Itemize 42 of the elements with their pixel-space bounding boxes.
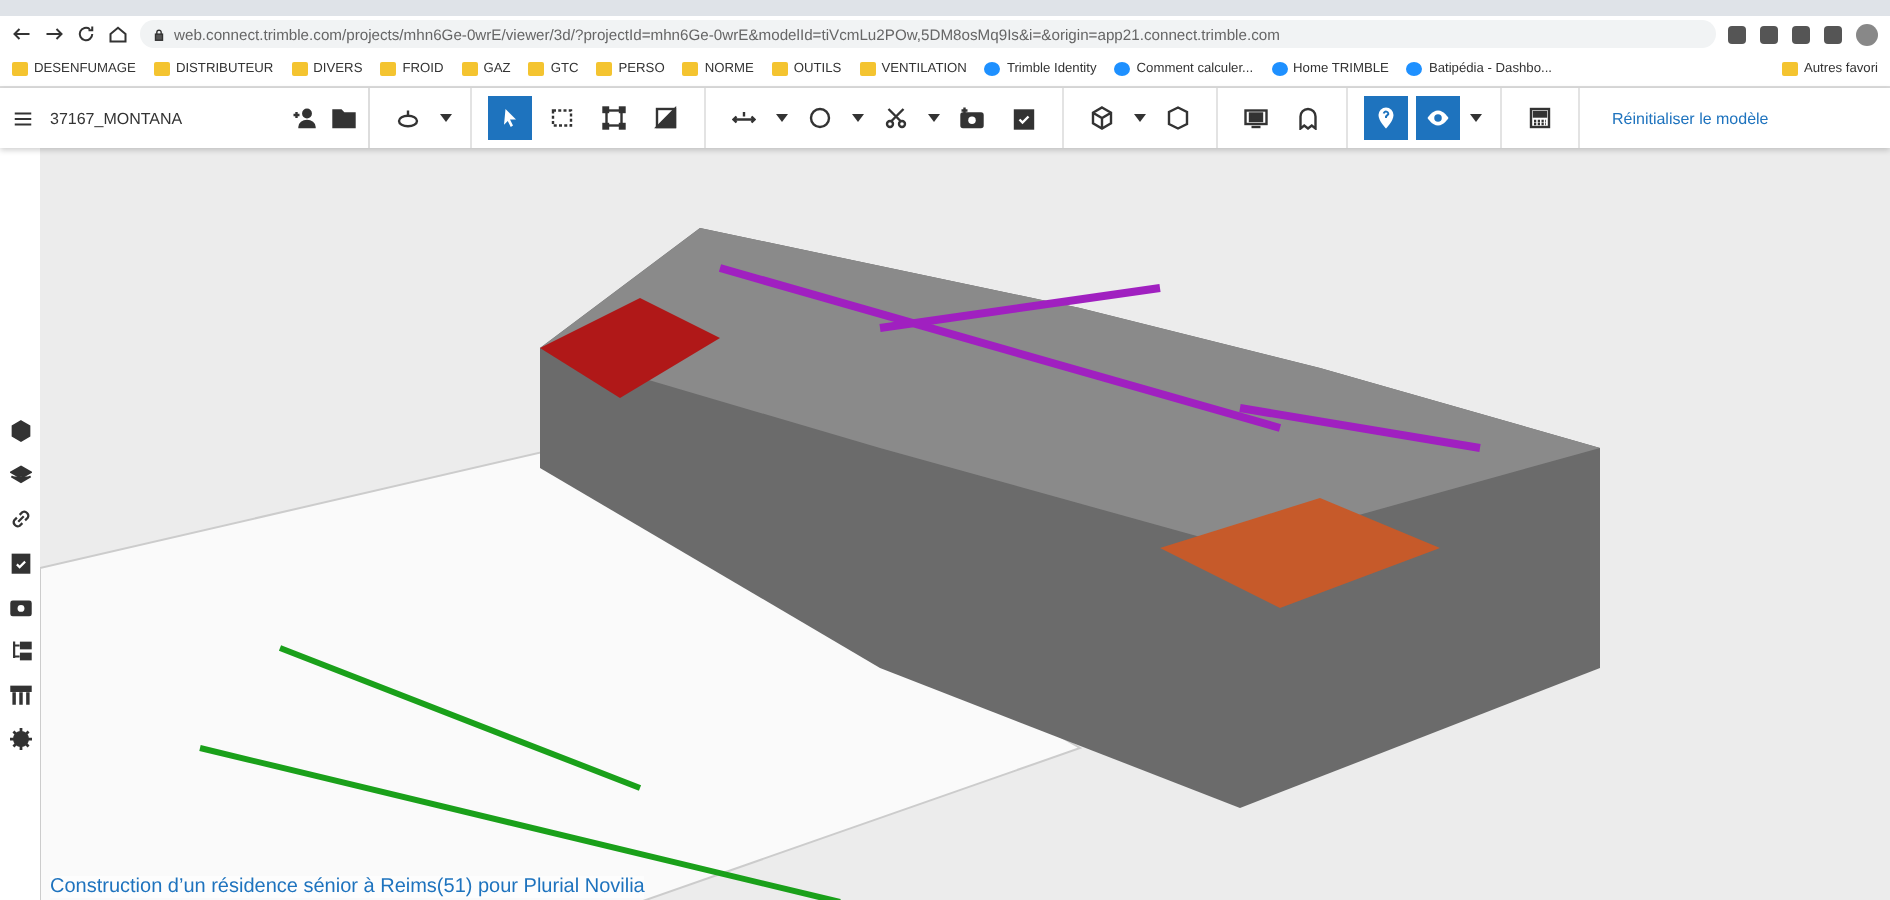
hierarchy-icon [9, 640, 31, 662]
screen-icon [1244, 106, 1268, 130]
lock-icon [152, 27, 166, 41]
caption: Construction d’un résidence sénior à Reims(51) pour Plurial Novilia [50, 876, 645, 898]
back-icon [12, 24, 32, 44]
ghost-icon [1296, 106, 1320, 130]
caret-icon[interactable] [852, 114, 864, 122]
cube-outline-icon [1166, 106, 1190, 130]
reset-model-link[interactable]: Réinitialiser le modèle [1580, 109, 1769, 127]
gear-icon [9, 728, 31, 750]
caret-icon[interactable] [776, 114, 788, 122]
question-pin-icon [1374, 106, 1398, 130]
caret-icon[interactable] [928, 114, 940, 122]
caret-icon[interactable] [440, 114, 452, 122]
project-name: 37167_MONTANA [50, 109, 185, 127]
pointer-icon [498, 106, 522, 130]
cube-icon [1090, 106, 1114, 130]
home-icon [108, 24, 128, 44]
reload-icon [76, 24, 96, 44]
link-icon [9, 508, 31, 530]
folder-icon [332, 106, 356, 130]
add-user-icon [292, 106, 316, 130]
orbit-icon [396, 106, 420, 130]
caret-icon[interactable] [1134, 114, 1146, 122]
cube-icon [9, 420, 31, 442]
caret-icon[interactable] [1470, 114, 1482, 122]
eye-icon [1426, 106, 1450, 130]
circle-icon [808, 106, 832, 130]
camera-plus-icon [960, 106, 984, 130]
camera-icon [9, 596, 31, 618]
contrast-square-icon [654, 106, 678, 130]
forward-icon [44, 24, 64, 44]
scissors-icon [884, 106, 908, 130]
profile-avatar[interactable] [1856, 23, 1878, 45]
table-icon [9, 684, 31, 706]
menu-icon [12, 107, 34, 129]
frame-icon [602, 106, 626, 130]
clipboard-check-icon [1012, 106, 1036, 130]
dashed-rectangle-icon [550, 106, 574, 130]
calculator-icon [1528, 106, 1552, 130]
layers-icon [9, 464, 31, 486]
clipboard-check-icon [9, 552, 31, 574]
